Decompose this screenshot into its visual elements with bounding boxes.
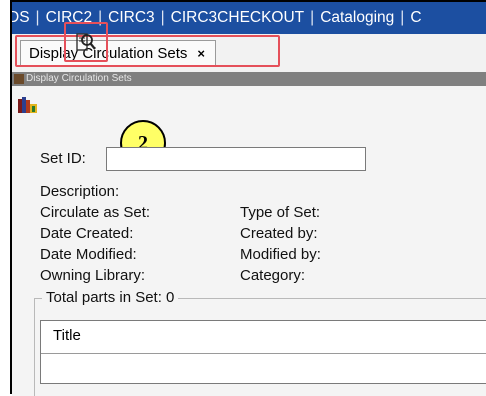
- set-id-label: Set ID:: [40, 150, 86, 167]
- search-magnifier-icon: [76, 33, 96, 51]
- description-label: Description:: [40, 183, 120, 200]
- tab-separator: |: [160, 9, 165, 26]
- add-set-books-icon[interactable]: [18, 96, 38, 114]
- circulate-as-set-label: Circulate as Set:: [40, 204, 151, 221]
- date-created-label: Date Created:: [40, 225, 134, 242]
- date-modified-label: Date Modified:: [40, 246, 137, 263]
- parts-table[interactable]: Title: [40, 320, 486, 384]
- owning-library-label: Owning Library:: [40, 267, 146, 284]
- search-set-button[interactable]: [64, 22, 108, 62]
- window-title-bar: Display Circulation Sets: [12, 72, 486, 86]
- tab-partial-left[interactable]: DS: [12, 9, 36, 27]
- header-divider: [41, 353, 486, 354]
- total-parts-legend: Total parts in Set: 0: [42, 289, 179, 306]
- window-title: Display Circulation Sets: [26, 73, 132, 84]
- app-frame: DS | CIRC2 | CIRC3 | CIRC3CHECKOUT | Cat…: [10, 0, 486, 396]
- highlight-callout-tab: [15, 35, 280, 67]
- tab-circ3checkout[interactable]: CIRC3CHECKOUT: [165, 9, 310, 27]
- tab-separator: |: [310, 9, 315, 26]
- tab-cataloging[interactable]: Cataloging: [314, 9, 400, 27]
- type-of-set-label: Type of Set:: [240, 204, 321, 221]
- window-icon: [14, 74, 24, 84]
- toolbar: [12, 86, 486, 126]
- created-by-label: Created by:: [240, 225, 318, 242]
- tab-circ3[interactable]: CIRC3: [102, 9, 161, 27]
- modified-by-label: Modified by:: [240, 246, 321, 263]
- tab-separator: |: [35, 9, 40, 26]
- set-id-input[interactable]: [106, 147, 366, 171]
- tab-partial-right[interactable]: C: [404, 9, 427, 27]
- title-column-header[interactable]: Title: [53, 327, 81, 344]
- category-label: Category:: [240, 267, 306, 284]
- tab-separator: |: [400, 9, 405, 26]
